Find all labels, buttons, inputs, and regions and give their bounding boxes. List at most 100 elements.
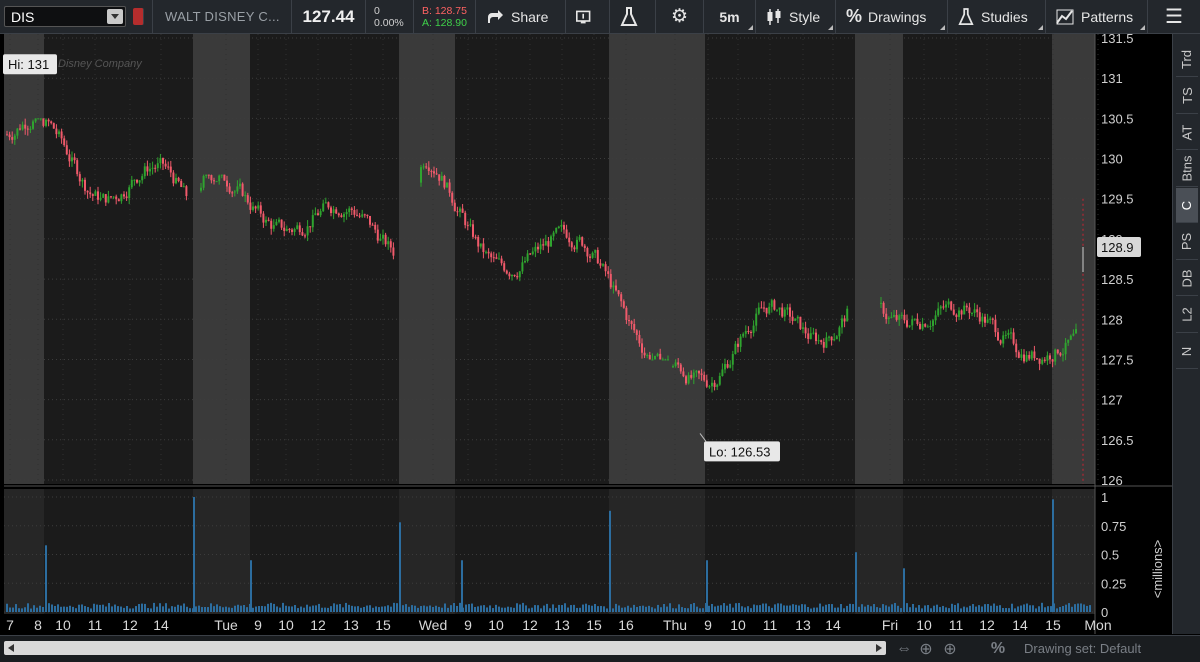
candle-body	[374, 224, 377, 230]
candle-body	[932, 320, 934, 326]
candle-body	[327, 202, 330, 208]
candle-body	[880, 302, 882, 304]
candle-body	[369, 215, 371, 225]
volume-bar	[411, 605, 413, 612]
volume-bar	[291, 606, 293, 612]
right-tab-db[interactable]: DB	[1176, 261, 1198, 296]
lab-button[interactable]	[610, 0, 656, 33]
right-tab-btns[interactable]: Btns	[1176, 152, 1198, 187]
link-flag-icon[interactable]	[133, 8, 144, 25]
volume-bar	[528, 608, 530, 612]
candle-body	[1041, 359, 1044, 364]
style-button[interactable]: Style	[756, 0, 836, 33]
expand-icon[interactable]: ⇔	[894, 639, 914, 659]
right-tab-label: Trd	[1179, 49, 1195, 69]
candle-body	[926, 326, 929, 328]
candle-body	[950, 301, 953, 310]
menu-button[interactable]: ☰	[1148, 0, 1200, 33]
drawings-button[interactable]: % Drawings	[836, 0, 948, 33]
candle-body	[846, 308, 849, 322]
candle-body	[698, 370, 700, 374]
scroll-left-icon[interactable]	[8, 644, 14, 652]
last-price: 127.44	[292, 0, 366, 33]
candle-body	[1036, 358, 1038, 360]
right-tab-ts[interactable]: TS	[1176, 79, 1198, 114]
volume-bar	[558, 604, 560, 612]
volume-bar	[429, 605, 431, 612]
candle-body	[744, 331, 747, 334]
zoom-icon[interactable]: ⊕	[940, 639, 960, 659]
candle-body	[301, 232, 304, 236]
time-tick-label: 12	[522, 617, 538, 633]
volume-bar	[510, 607, 512, 612]
drawing-set-label[interactable]: Drawing set: Default	[1024, 641, 1141, 656]
volume-bar	[39, 605, 41, 612]
candle-body	[120, 194, 123, 202]
symbol-dropdown-icon[interactable]	[107, 9, 123, 24]
volume-bar	[630, 607, 632, 612]
volume-bar	[315, 605, 317, 612]
candle-body	[942, 306, 945, 308]
candle-body	[952, 309, 955, 315]
scroll-right-icon[interactable]	[876, 644, 882, 652]
crosshair-icon[interactable]: ⊕	[916, 639, 936, 659]
candle-body	[802, 327, 804, 329]
right-tab-trd[interactable]: Trd	[1176, 42, 1198, 77]
candle-body	[1075, 329, 1077, 334]
time-tick-label: Mon	[1084, 617, 1111, 633]
settings-button[interactable]: ⚙	[656, 0, 704, 33]
candle-body	[42, 118, 45, 126]
volume-bar	[231, 607, 233, 612]
time-tick-label: 12	[310, 617, 326, 633]
candle-body	[898, 315, 901, 320]
volume-bar	[132, 608, 134, 612]
volume-bar	[804, 604, 806, 612]
volume-bar	[963, 606, 965, 612]
right-tab-ps[interactable]: PS	[1176, 225, 1198, 260]
volume-bar	[723, 603, 725, 612]
volume-bar	[795, 604, 797, 612]
price-chart[interactable]: 131.5131130.5130129.5129128.5128127.5127…	[0, 34, 1172, 634]
horizontal-scrollbar[interactable]	[4, 641, 886, 655]
candle-body	[133, 179, 136, 181]
right-tab-l2[interactable]: L2	[1176, 298, 1198, 333]
candle-body	[1028, 354, 1031, 359]
right-tab-c[interactable]: C	[1176, 188, 1198, 223]
candle-body	[596, 250, 599, 264]
volume-bar	[939, 607, 941, 612]
volume-bar	[567, 607, 569, 612]
candle-body	[692, 372, 695, 378]
volume-bar	[882, 604, 884, 612]
volume-bar	[267, 603, 269, 612]
volume-spike	[45, 545, 47, 612]
candle-body	[526, 253, 529, 262]
time-tick-label: 11	[949, 617, 964, 633]
candle-body	[687, 375, 690, 384]
session-shade	[855, 34, 903, 484]
candle-body	[929, 325, 932, 327]
volume-bar	[657, 604, 659, 612]
symbol-input[interactable]: DIS	[4, 6, 126, 27]
right-tab-n[interactable]: N	[1176, 334, 1198, 369]
studies-button[interactable]: Studies	[948, 0, 1046, 33]
volume-bar	[792, 604, 794, 612]
candle-body	[358, 215, 361, 217]
right-tab-at[interactable]: AT	[1176, 115, 1198, 150]
candle-body	[796, 316, 799, 319]
quick-chart-button[interactable]	[566, 0, 610, 33]
timeframe-button[interactable]: 5m	[704, 0, 756, 33]
volume-bar	[930, 608, 932, 612]
percent-icon[interactable]: %	[988, 639, 1008, 659]
candle-body	[71, 157, 73, 162]
patterns-button[interactable]: Patterns	[1046, 0, 1148, 33]
volume-bar	[138, 604, 140, 612]
volume-bar	[210, 603, 212, 612]
volume-bar	[144, 603, 146, 612]
candle-body	[677, 362, 680, 365]
volume-bar	[624, 607, 626, 612]
candle-body	[903, 314, 906, 321]
time-tick-label: 9	[254, 617, 262, 633]
share-button[interactable]: Share	[476, 0, 566, 33]
candle-body	[324, 202, 327, 204]
candle-body	[156, 163, 159, 169]
